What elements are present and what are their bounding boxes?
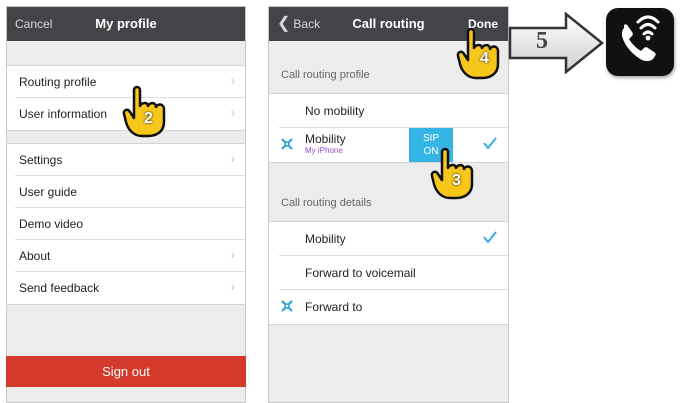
chevron-right-icon: › <box>230 151 235 166</box>
list-item-no-mobility[interactable]: No mobility <box>279 94 508 128</box>
device-sublabel: My iPhone <box>305 146 343 155</box>
mobility-icon <box>281 138 293 150</box>
list-item-label: User information <box>19 107 108 121</box>
list-item-user-guide[interactable]: User guide <box>15 176 245 208</box>
list-item-demo-video[interactable]: Demo video <box>15 208 245 240</box>
navbar: Cancel My profile <box>7 7 245 41</box>
step-number-4: 4 <box>480 50 489 67</box>
chevron-right-icon: › <box>230 247 235 262</box>
list-item-settings[interactable]: Settings › <box>15 144 245 176</box>
my-profile-screen: Cancel My profile Routing profile › User… <box>6 6 246 403</box>
chevron-right-icon: › <box>230 105 235 120</box>
step-number-5: 5 <box>536 28 548 54</box>
list-item-label: Mobility <box>305 232 346 246</box>
list-item-send-feedback[interactable]: Send feedback › <box>15 272 245 304</box>
list-item-label: Demo video <box>19 217 84 231</box>
sign-out-button[interactable]: Sign out <box>6 356 246 387</box>
list-item-label: Send feedback <box>19 281 100 295</box>
arrow-right-icon <box>508 12 604 74</box>
list-item-about[interactable]: About › <box>15 240 245 272</box>
list-item-label: Routing profile <box>19 75 97 89</box>
step-number-3: 3 <box>452 172 461 189</box>
mobility-icon <box>281 300 293 312</box>
section-header: Call routing details <box>281 197 372 209</box>
details-group: Mobility Forward to voicemail Forward to <box>269 221 508 325</box>
list-item-label: Mobility <box>305 132 346 146</box>
list-item-label: User guide <box>19 185 78 199</box>
pointing-hand-icon: 2 <box>120 84 184 145</box>
list-item-mobility-detail[interactable]: Mobility <box>279 222 508 256</box>
step-number-2: 2 <box>144 110 153 127</box>
section-header: Call routing profile <box>281 69 370 81</box>
list-item-forward-to[interactable]: Forward to <box>279 290 508 324</box>
settings-group: Settings › User guide Demo video About ›… <box>7 143 245 305</box>
page-title: My profile <box>95 16 157 31</box>
list-item-label: Forward to <box>305 300 363 314</box>
chevron-right-icon: › <box>230 279 235 294</box>
checkmark-icon <box>483 231 497 244</box>
list-item-label: Forward to voicemail <box>305 266 416 280</box>
phone-wifi-icon <box>606 8 674 76</box>
pointing-hand-icon: 3 <box>428 146 492 207</box>
list-item-label: No mobility <box>305 104 365 118</box>
chevron-right-icon: › <box>230 73 235 88</box>
list-item-forward-to-voicemail[interactable]: Forward to voicemail <box>279 256 508 290</box>
list-item-label: Settings <box>19 153 63 167</box>
list-item-label: About <box>19 249 51 263</box>
